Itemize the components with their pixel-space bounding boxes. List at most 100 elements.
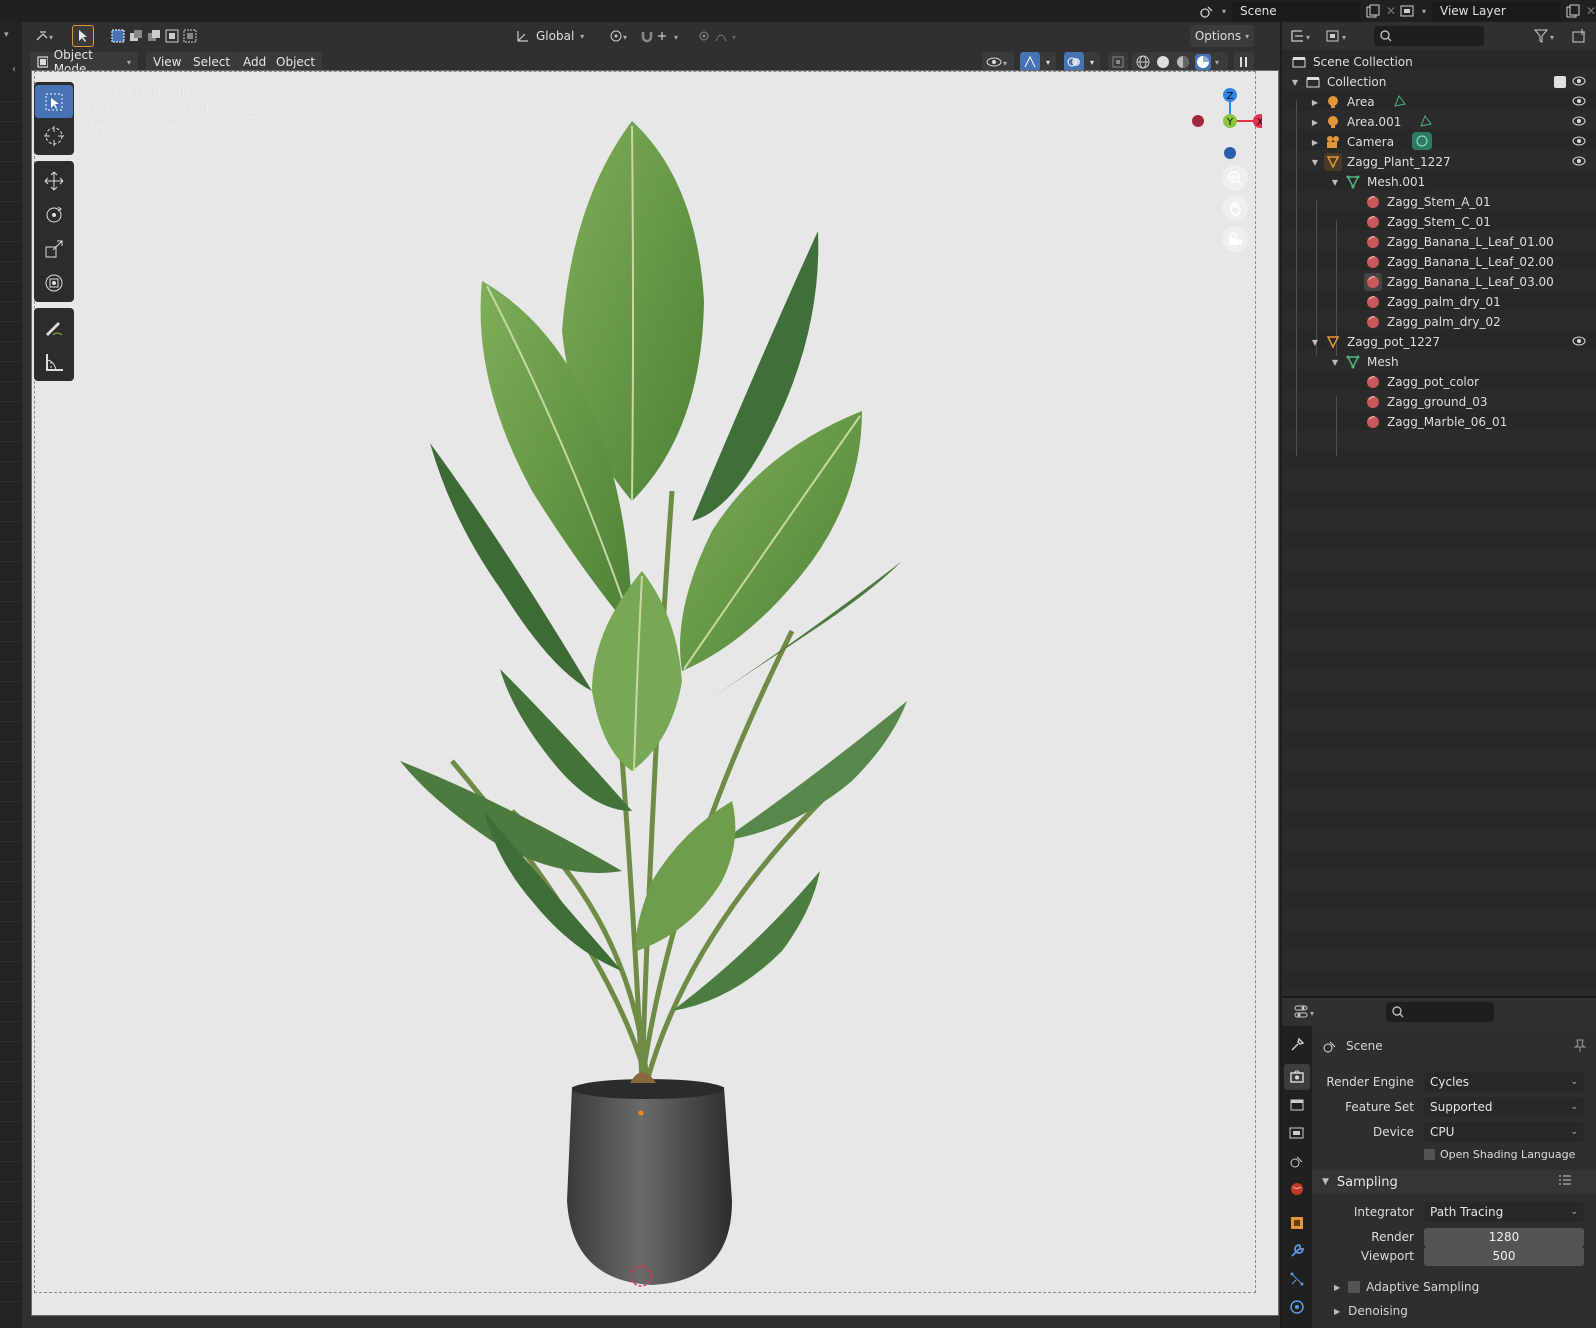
outliner-row-zagg-plant[interactable]: ▼ Zagg_Plant_1227 — [1282, 152, 1596, 172]
expand-arrow-icon[interactable]: ▼ — [1310, 158, 1320, 167]
select-invert-icon[interactable] — [165, 29, 179, 43]
filter-button[interactable]: ▾ — [1534, 28, 1560, 44]
view-layer-name-field[interactable]: View Layer — [1432, 1, 1560, 21]
properties-search-input[interactable] — [1386, 1002, 1494, 1022]
outliner-row-area[interactable]: ▶ Area — [1282, 92, 1596, 112]
expand-arrow-icon[interactable]: ▼ — [1290, 78, 1300, 87]
gizmo-toggle[interactable] — [1020, 52, 1040, 72]
outliner-editor-type-button[interactable]: ▾ — [1290, 28, 1314, 44]
expand-arrow-icon[interactable]: ▼ — [1310, 338, 1320, 347]
tab-physics[interactable] — [1284, 1294, 1310, 1320]
scene-icon[interactable] — [1200, 4, 1216, 18]
outliner-row-material[interactable]: Zagg_ground_03 — [1282, 392, 1596, 412]
new-view-layer-icon[interactable] — [1566, 4, 1580, 18]
outliner-row-material[interactable]: Zagg_Banana_L_Leaf_01.00 — [1282, 232, 1596, 252]
outliner-row-material[interactable]: Zagg_Stem_C_01 — [1282, 212, 1596, 232]
outliner-row-material[interactable]: Zagg_palm_dry_02 — [1282, 312, 1596, 332]
adaptive-sampling-checkbox[interactable] — [1348, 1281, 1361, 1293]
outliner-row-zagg-pot[interactable]: ▼ Zagg_pot_1227 — [1282, 332, 1596, 352]
chevron-down-icon[interactable]: ▾ — [1215, 58, 1219, 67]
eye-icon[interactable] — [1572, 75, 1586, 90]
outliner-row-material[interactable]: Zagg_Banana_L_Leaf_02.00 — [1282, 252, 1596, 272]
eye-icon[interactable] — [1572, 155, 1586, 170]
outliner-row-material[interactable]: Zagg_pot_color — [1282, 372, 1596, 392]
gizmo-dropdown[interactable]: ▾ — [1040, 52, 1056, 72]
tab-tool[interactable] — [1284, 1032, 1310, 1058]
render-engine-dropdown[interactable]: Cycles ⌄ — [1424, 1072, 1584, 1092]
scene-selector[interactable]: ▾ Scene ✕ — [1200, 1, 1396, 21]
view-layer-selector[interactable]: ▾ View Layer ✕ — [1400, 1, 1596, 21]
expand-arrow-icon[interactable]: ▶ — [1310, 138, 1320, 147]
wireframe-shading-icon[interactable] — [1135, 54, 1151, 70]
new-scene-icon[interactable] — [1366, 4, 1380, 18]
osl-checkbox[interactable] — [1424, 1148, 1435, 1160]
pause-render-button[interactable] — [1234, 52, 1254, 72]
chevron-down-icon[interactable]: ▾ — [4, 30, 9, 40]
outliner-row-mesh-001[interactable]: ▼ Mesh.001 — [1282, 172, 1596, 192]
integrator-dropdown[interactable]: Path Tracing ⌄ — [1424, 1202, 1584, 1222]
tab-particles[interactable] — [1284, 1266, 1310, 1292]
chevron-down-icon[interactable]: ▾ — [1222, 7, 1226, 16]
expand-arrow-icon[interactable]: ▼ — [1330, 178, 1340, 187]
render-samples-field[interactable]: 1280 — [1424, 1227, 1584, 1247]
outliner-row-scene-collection[interactable]: Scene Collection — [1282, 52, 1596, 72]
presets-list-icon[interactable] — [1558, 1174, 1572, 1190]
menu-select[interactable]: Select — [186, 52, 238, 72]
chevron-left-icon[interactable]: ‹ — [12, 64, 16, 75]
outliner-row-material[interactable]: Zagg_Marble_06_01 — [1282, 412, 1596, 432]
eye-icon[interactable] — [1572, 95, 1586, 110]
select-tool-button[interactable] — [72, 25, 94, 47]
tab-render[interactable] — [1284, 1064, 1310, 1090]
camera-data-icon[interactable] — [1412, 131, 1433, 153]
viewport-samples-field[interactable]: 500 — [1424, 1246, 1584, 1266]
pin-icon[interactable] — [1573, 1038, 1587, 1055]
select-intersect-icon[interactable] — [183, 29, 197, 43]
view-layer-icon[interactable] — [1400, 4, 1416, 18]
xray-toggle[interactable] — [1108, 52, 1128, 72]
expand-arrow-icon[interactable]: ▶ — [1310, 98, 1320, 107]
outliner-row-camera[interactable]: ▶ Camera — [1282, 131, 1596, 153]
tab-modifiers[interactable] — [1284, 1238, 1310, 1264]
eye-icon[interactable] — [1572, 115, 1586, 130]
menu-view[interactable]: View — [146, 52, 189, 72]
close-icon[interactable]: ✕ — [1386, 4, 1396, 18]
tab-view-layer[interactable] — [1284, 1120, 1310, 1146]
rendered-shading-icon[interactable] — [1195, 54, 1211, 70]
menu-object[interactable]: Object — [269, 52, 323, 72]
outliner-row-collection[interactable]: ▼ Collection — [1282, 72, 1596, 92]
outliner-row-mesh[interactable]: ▼ Mesh — [1282, 352, 1596, 372]
solid-shading-icon[interactable] — [1155, 54, 1171, 70]
light-data-icon[interactable] — [1419, 114, 1433, 131]
outliner-row-area-001[interactable]: ▶ Area.001 — [1282, 112, 1596, 132]
visibility-dropdown[interactable]: ▾ — [982, 52, 1014, 72]
feature-set-dropdown[interactable]: Supported ⌄ — [1424, 1097, 1584, 1117]
expand-arrow-icon[interactable]: ▼ — [1330, 358, 1340, 367]
select-extend-icon[interactable] — [129, 29, 143, 43]
mode-dropdown[interactable]: Object Mode ▾ — [30, 48, 138, 76]
options-dropdown[interactable]: Options ▾ — [1190, 25, 1254, 47]
eye-icon[interactable] — [1572, 335, 1586, 350]
selection-mode-group[interactable] — [108, 25, 200, 47]
3d-viewport[interactable]: ▾ Global ▾ ▾ ▾ ▾ Options ▾ Object Mode ▾… — [22, 22, 1280, 1328]
sampling-panel-header[interactable]: ▼ Sampling — [1312, 1170, 1596, 1194]
select-new-icon[interactable] — [111, 29, 125, 43]
exclude-checkbox[interactable] — [1554, 76, 1566, 88]
select-subtract-icon[interactable] — [147, 29, 161, 43]
material-preview-icon[interactable] — [1175, 54, 1191, 70]
menu-add[interactable]: Add — [236, 52, 274, 72]
scene-name-field[interactable]: Scene — [1232, 1, 1360, 21]
outliner-row-material[interactable]: Zagg_Stem_A_01 — [1282, 192, 1596, 212]
close-icon[interactable]: ✕ — [1586, 4, 1596, 18]
outliner-row-material[interactable]: Zagg_Banana_L_Leaf_03.00 — [1282, 272, 1596, 292]
snapping-group[interactable]: ▾ — [640, 25, 694, 47]
new-collection-button[interactable] — [1572, 28, 1588, 44]
tab-object[interactable] — [1284, 1210, 1310, 1236]
editor-type-button[interactable]: ▾ — [28, 25, 62, 47]
overlay-dropdown[interactable]: ▾ — [1084, 52, 1100, 72]
expand-arrow-icon[interactable]: ▶ — [1310, 118, 1320, 127]
eye-icon[interactable] — [1572, 135, 1586, 150]
light-data-icon[interactable] — [1393, 94, 1407, 111]
tab-output[interactable] — [1284, 1092, 1310, 1118]
tab-world[interactable] — [1284, 1176, 1310, 1202]
properties-editor-type-button[interactable]: ▾ — [1294, 1004, 1320, 1020]
